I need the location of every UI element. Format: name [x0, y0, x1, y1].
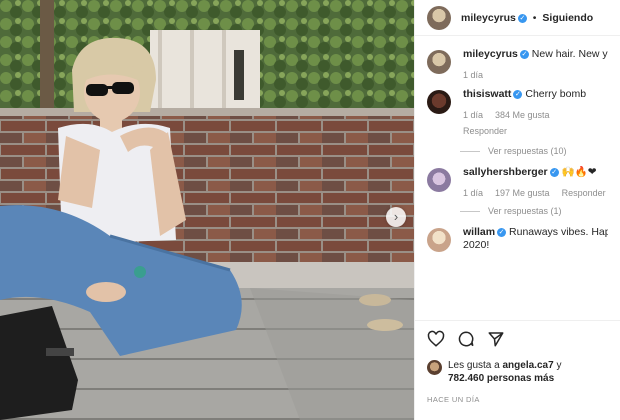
comment-likes[interactable]: 384 Me gusta — [495, 109, 550, 122]
caption-text: New hair. New year NEW MUSIC. 💀 — [531, 48, 608, 60]
caption-username[interactable]: mileycyrus — [463, 48, 518, 60]
likes-connector: y — [556, 360, 562, 371]
view-replies-label: Ver respuestas (1) — [488, 206, 562, 216]
chevron-right-icon: › — [393, 209, 399, 224]
view-replies-button[interactable]: Ver respuestas (1) — [460, 206, 608, 216]
comment-text-line2: 2020! — [463, 239, 490, 251]
comment-list[interactable]: mileycyrus✓ New hair. New year NEW MUSIC… — [415, 36, 620, 252]
comment-text: Cherry bomb — [525, 88, 587, 100]
post-timestamp[interactable]: HACE UN DÍA — [427, 395, 609, 404]
avatar[interactable] — [427, 168, 451, 192]
verified-icon: ✓ — [517, 13, 527, 23]
post-image — [0, 0, 414, 420]
comment-time[interactable]: 1 día — [463, 109, 483, 122]
comment-item: sallyhershberger ✓ 🙌🔥❤ 1 día 197 Me gusta… — [427, 166, 608, 216]
view-replies-button[interactable]: Ver respuestas (10) — [460, 146, 608, 156]
divider — [460, 150, 480, 152]
likes-count[interactable]: 782.460 personas más — [448, 373, 554, 384]
likes-summary[interactable]: Les gusta a angela.ca7 y 782.460 persona… — [427, 359, 609, 385]
post-photo[interactable]: › — [0, 0, 414, 420]
avatar[interactable] — [427, 50, 451, 74]
comment-item: willam✓ Runaways vibes. Happy 2020! — [427, 226, 608, 252]
comment-icon[interactable] — [457, 330, 475, 348]
view-replies-label: Ver respuestas (10) — [488, 146, 567, 156]
post-actions-section: Les gusta a angela.ca7 y 782.460 persona… — [415, 320, 620, 420]
post-side-panel: mileycyrus ✓ • Siguiendo mileycyrus ✓ New … — [414, 0, 620, 420]
caption-time[interactable]: 1 día — [463, 69, 483, 82]
reply-button[interactable]: Responder — [562, 187, 606, 200]
avatar[interactable] — [427, 5, 451, 30]
comment-text-line1: Runaways vibes. Happy — [509, 226, 608, 238]
likes-user[interactable]: angela.ca7 — [503, 360, 554, 371]
verified-icon: ✓ — [519, 50, 529, 59]
heart-icon[interactable] — [427, 330, 445, 348]
comment-item: thisiswatt ✓ Cherry bomb 1 día 384 Me gus… — [427, 88, 608, 156]
comment-username[interactable]: willam — [463, 226, 495, 238]
next-photo-button[interactable]: › — [386, 207, 406, 227]
verified-icon: ✓ — [513, 90, 523, 99]
header-username[interactable]: mileycyrus — [461, 12, 516, 24]
comment-username[interactable]: thisiswatt — [463, 88, 511, 100]
action-bar — [427, 329, 609, 349]
verified-icon: ✓ — [497, 228, 507, 237]
avatar[interactable] — [427, 90, 451, 114]
reply-button[interactable]: Responder — [463, 125, 507, 138]
caption: mileycyrus✓ New hair. New year NEW MUSIC… — [427, 48, 608, 82]
comment-time[interactable]: 1 día — [463, 187, 483, 200]
post-header: mileycyrus ✓ • Siguiendo — [415, 0, 620, 36]
header-user: mileycyrus ✓ • Siguiendo — [461, 12, 593, 24]
comment-likes[interactable]: 197 Me gusta — [495, 187, 550, 200]
comment-text: 🙌🔥❤ — [561, 166, 597, 178]
avatar[interactable] — [427, 228, 451, 252]
avatar — [427, 360, 442, 375]
comment-username[interactable]: sallyhershberger — [463, 166, 548, 178]
divider — [460, 210, 480, 212]
header-separator: • — [532, 11, 537, 24]
likes-prefix: Les gusta a — [448, 360, 500, 371]
verified-icon: ✓ — [549, 168, 559, 177]
share-icon[interactable] — [487, 330, 505, 348]
follow-status-button[interactable]: Siguiendo — [542, 12, 593, 24]
